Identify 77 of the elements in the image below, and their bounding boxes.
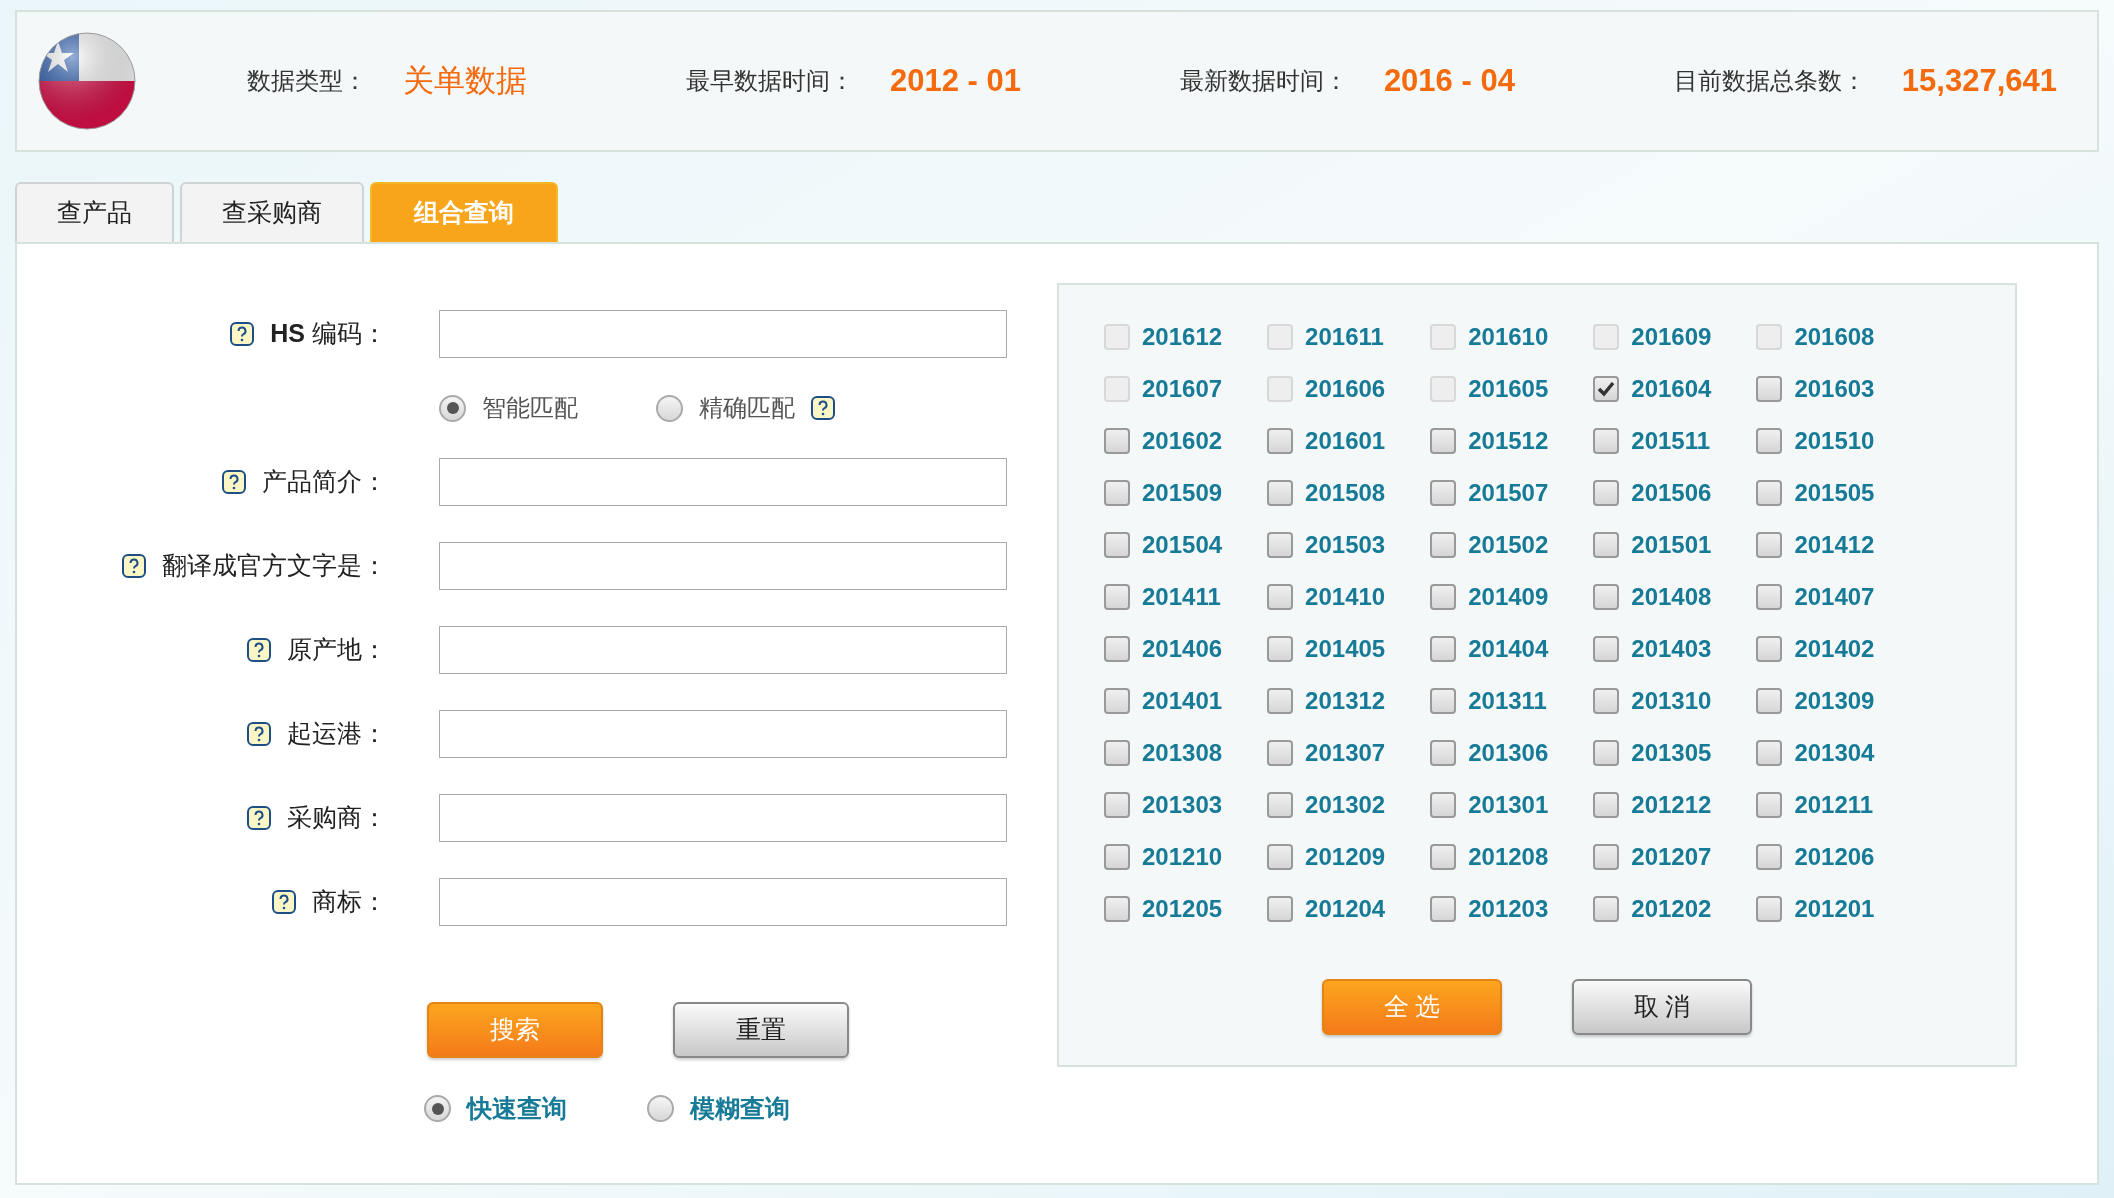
secondary-button[interactable]: 重置 [673, 1002, 849, 1058]
month-label[interactable]: 201402 [1794, 631, 1875, 667]
month-label[interactable]: 201602 [1142, 423, 1223, 459]
field-label: 商标： [312, 886, 387, 918]
month-label[interactable]: 201601 [1305, 423, 1386, 459]
month-label[interactable]: 201205 [1142, 891, 1223, 927]
month-label[interactable]: 201403 [1631, 631, 1712, 667]
field-label: HS 编码： [270, 318, 387, 350]
month-label[interactable]: 201405 [1305, 631, 1386, 667]
month-label[interactable]: 201310 [1631, 683, 1712, 719]
month-label[interactable]: 201411 [1142, 579, 1221, 615]
month-label[interactable]: 201206 [1794, 839, 1875, 875]
month-label[interactable]: 201409 [1468, 579, 1549, 615]
month-label[interactable]: 201506 [1631, 475, 1712, 511]
radio-label[interactable]: 快速查询 [467, 1090, 567, 1128]
month-label[interactable]: 201311 [1468, 683, 1547, 719]
month-label[interactable]: 201207 [1631, 839, 1712, 875]
field-label: 翻译成官方文字是： [162, 550, 387, 582]
month-label[interactable]: 201406 [1142, 631, 1223, 667]
month-label[interactable]: 201604 [1631, 371, 1712, 407]
radio-label[interactable]: 精确匹配 [699, 390, 795, 426]
stat-value: 2016 - 04 [1383, 61, 1515, 100]
month-label[interactable]: 201512 [1468, 423, 1549, 459]
radio-label[interactable]: 智能匹配 [482, 390, 578, 426]
radio-label[interactable]: 模糊查询 [690, 1090, 790, 1128]
month-label[interactable]: 201501 [1631, 527, 1712, 563]
month-label[interactable]: 201407 [1794, 579, 1875, 615]
month-label[interactable]: 201401 [1142, 683, 1223, 719]
month-label[interactable]: 201508 [1305, 475, 1386, 511]
field-label: 原产地： [287, 634, 387, 666]
month-label[interactable]: 201204 [1305, 891, 1386, 927]
month-label[interactable]: 201503 [1305, 527, 1386, 563]
month-label[interactable]: 201510 [1794, 423, 1875, 459]
primary-button[interactable]: 全 选 [1322, 979, 1502, 1035]
month-label[interactable]: 201211 [1794, 787, 1874, 823]
month-label[interactable]: 201309 [1794, 683, 1875, 719]
month-label[interactable]: 201408 [1631, 579, 1712, 615]
month-label[interactable]: 201502 [1468, 527, 1549, 563]
month-label[interactable]: 201202 [1631, 891, 1712, 927]
stat-label: 数据类型： [247, 66, 367, 96]
month-label[interactable]: 201507 [1468, 475, 1549, 511]
month-label[interactable]: 201504 [1142, 527, 1223, 563]
month-label[interactable]: 201201 [1794, 891, 1875, 927]
month-label[interactable]: 201509 [1142, 475, 1223, 511]
month-label[interactable]: 201303 [1142, 787, 1223, 823]
secondary-button[interactable]: 取 消 [1572, 979, 1752, 1035]
month-label[interactable]: 201410 [1305, 579, 1386, 615]
field-label: 起运港： [287, 718, 387, 750]
primary-button[interactable]: 搜索 [427, 1002, 603, 1058]
month-label[interactable]: 201210 [1142, 839, 1223, 875]
month-label[interactable]: 201312 [1305, 683, 1386, 719]
field-label: 采购商： [287, 802, 387, 834]
field-label: 产品简介： [262, 466, 387, 498]
month-label[interactable]: 201203 [1468, 891, 1549, 927]
month-label[interactable]: 201307 [1305, 735, 1386, 771]
month-label[interactable]: 201404 [1468, 631, 1549, 667]
month-label[interactable]: 201212 [1631, 787, 1712, 823]
month-label[interactable]: 201302 [1305, 787, 1386, 823]
month-label[interactable]: 201306 [1468, 735, 1549, 771]
month-label[interactable]: 201209 [1305, 839, 1386, 875]
month-label[interactable]: 201603 [1794, 371, 1875, 407]
month-label[interactable]: 201412 [1794, 527, 1875, 563]
month-label[interactable]: 201208 [1468, 839, 1549, 875]
stat-label: 目前数据总条数： [1673, 66, 1866, 96]
stat-value: 关单数据 [403, 61, 527, 100]
month-label[interactable]: 201301 [1468, 787, 1549, 823]
month-label[interactable]: 201308 [1142, 735, 1223, 771]
stat-value: 2012 - 01 [889, 61, 1021, 100]
month-label[interactable]: 201305 [1631, 735, 1712, 771]
month-label[interactable]: 201505 [1794, 475, 1875, 511]
tab[interactable]: 查采购商 [180, 182, 364, 242]
month-label[interactable]: 201511 [1631, 423, 1711, 459]
stat-label: 最早数据时间： [685, 66, 854, 96]
month-label[interactable]: 201304 [1794, 735, 1875, 771]
stat-label: 最新数据时间： [1179, 66, 1348, 96]
stat-value: 15,327,641 [1901, 61, 2057, 100]
tab[interactable]: 查产品 [15, 182, 174, 242]
